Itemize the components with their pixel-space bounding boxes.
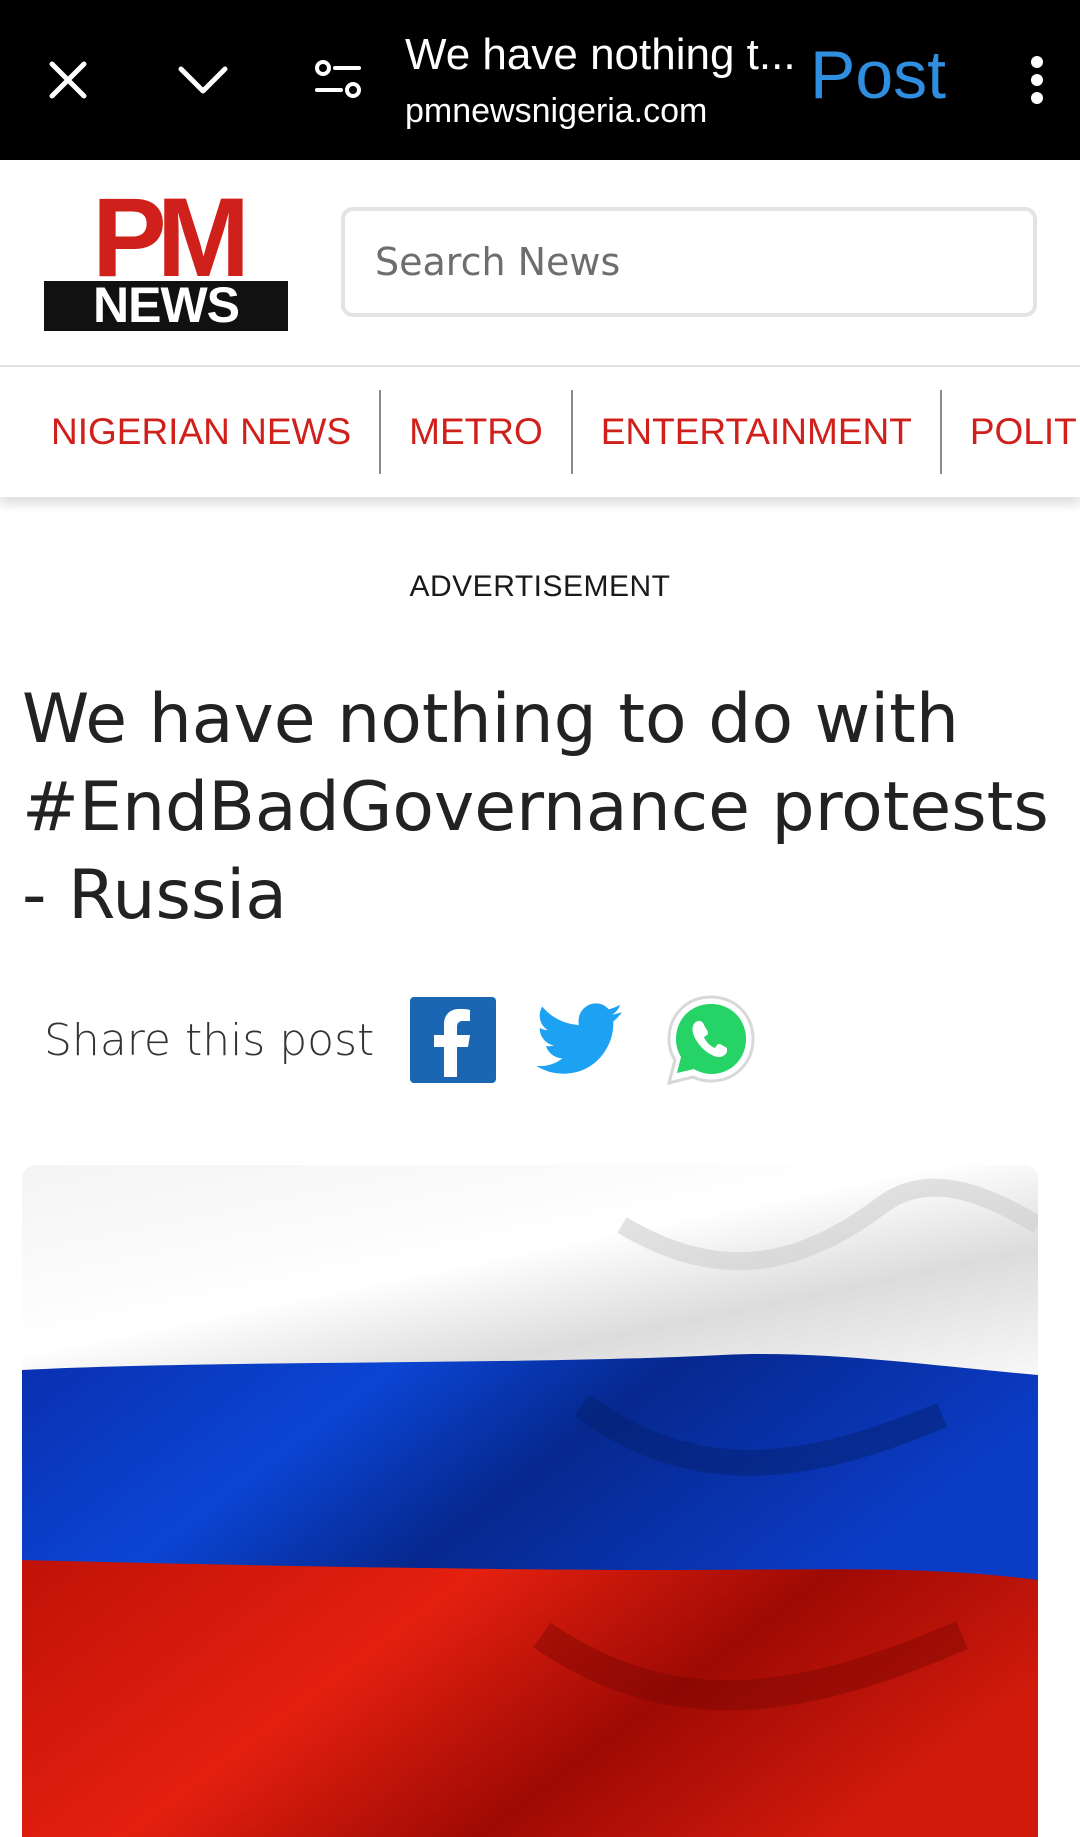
category-nav: NIGERIAN NEWS METRO ENTERTAINMENT POLITI… (0, 367, 1080, 497)
close-icon[interactable] (38, 50, 98, 110)
post-button[interactable]: Post (810, 36, 946, 114)
advertisement-label: ADVERTISEMENT (409, 570, 671, 603)
nav-item-metro[interactable]: METRO (381, 390, 573, 474)
page-url: pmnewsnigeria.com (405, 92, 708, 130)
russian-flag-image (22, 1165, 1038, 1837)
page-title: We have nothing t... (405, 30, 796, 79)
whatsapp-icon (667, 995, 755, 1086)
search-input[interactable] (375, 240, 1033, 284)
share-bar: Share this post (44, 993, 798, 1087)
facebook-share-button[interactable] (410, 997, 497, 1083)
search-box[interactable] (341, 207, 1037, 317)
page-settings-icon[interactable] (308, 50, 368, 110)
twitter-share-button[interactable] (536, 1003, 624, 1077)
facebook-icon (410, 997, 497, 1083)
more-vertical-icon[interactable] (1012, 45, 1062, 115)
whatsapp-share-button[interactable] (664, 993, 758, 1087)
chevron-down-icon[interactable] (170, 50, 236, 110)
nav-item-entertainment[interactable]: ENTERTAINMENT (573, 390, 942, 474)
share-label: Share this post (44, 1014, 375, 1066)
pm-news-logo[interactable]: PM NEWS (44, 175, 288, 338)
logo-news-text: NEWS (93, 277, 239, 333)
browser-top-bar: We have nothing t... pmnewsnigeria.com P… (0, 0, 1080, 160)
nav-item-nigerian-news[interactable]: NIGERIAN NEWS (0, 390, 382, 474)
nav-item-politics[interactable]: POLITICS (942, 390, 1080, 474)
article-headline: We have nothing to do with #EndBadGovern… (22, 680, 1049, 935)
twitter-icon (536, 1003, 623, 1074)
article-hero-image (22, 1165, 1038, 1837)
site-header: PM NEWS (0, 160, 1080, 367)
